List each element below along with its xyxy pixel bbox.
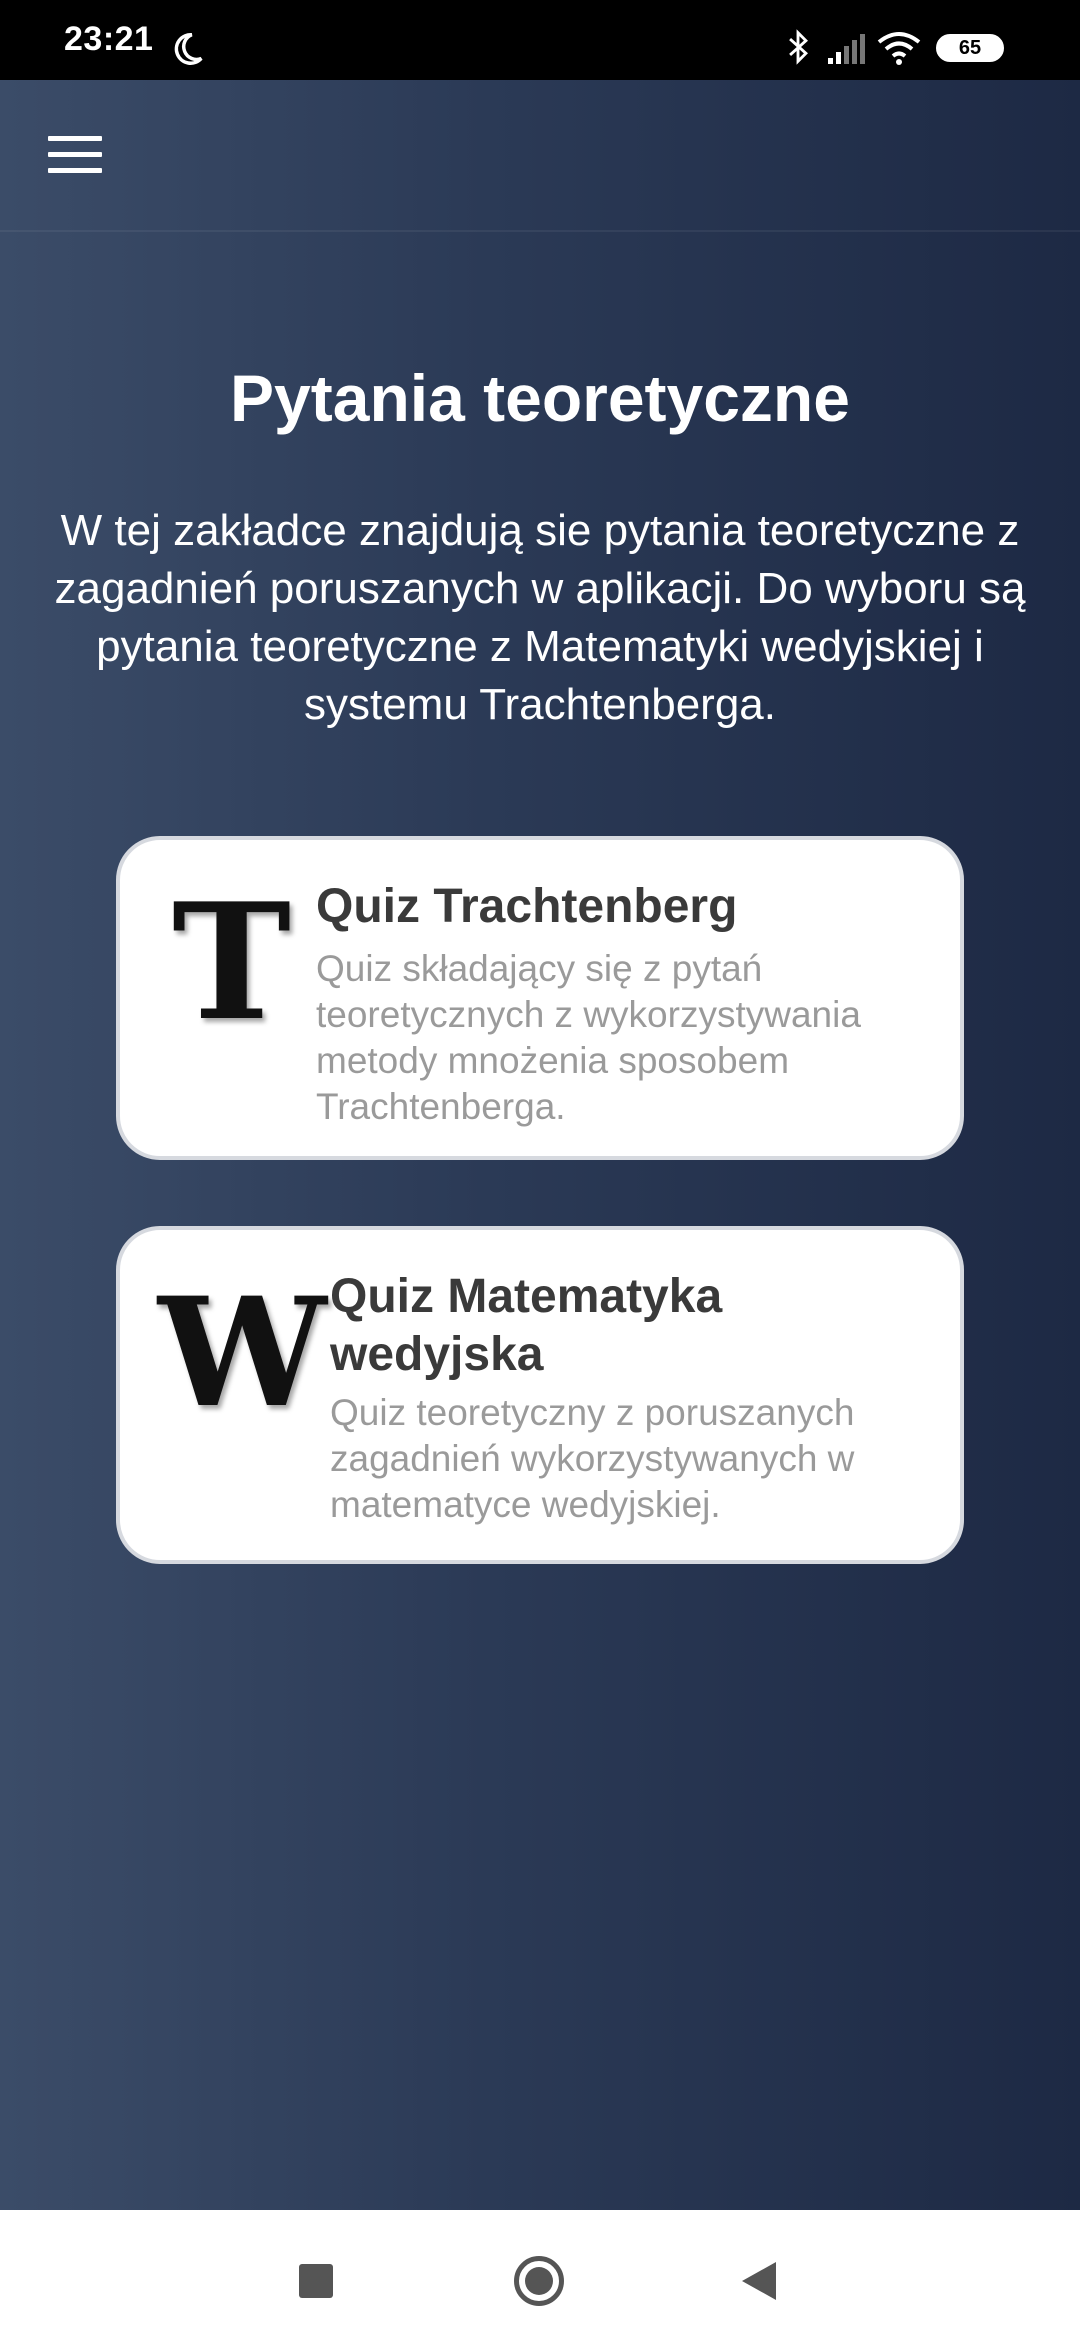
card-description: Quiz składający się z pytań teoretycznyc…: [316, 948, 861, 1127]
page-description: W tej zakładce znajdują sie pytania teor…: [54, 506, 1026, 729]
back-icon[interactable]: [742, 2262, 776, 2300]
toolbar: [0, 80, 1080, 232]
card-title: Quiz Trachtenberg: [316, 880, 738, 933]
hamburger-menu-icon[interactable]: [48, 136, 104, 176]
navigation-bar: [0, 2210, 1080, 2340]
app-content: Pytania teoretyczne W tej zakładce znajd…: [0, 80, 1080, 2210]
status-time: 23:21: [64, 20, 154, 58]
card-title: Quiz Matematyka wedyjska: [330, 1270, 723, 1381]
wifi-icon: [877, 32, 921, 65]
moon-icon: [174, 33, 203, 65]
bluetooth-icon: [789, 29, 808, 65]
quiz-card-vedic-math[interactable]: W Quiz Matematyka wedyjska Quiz teoretyc…: [116, 1226, 964, 1564]
page-title: Pytania teoretyczne: [230, 361, 850, 435]
signal-icon: [828, 34, 865, 64]
status-bar: 23:21 65: [0, 0, 1080, 80]
letter-t-icon: T: [172, 868, 292, 1056]
battery-icon: 65: [936, 34, 1004, 62]
home-icon[interactable]: [514, 2256, 564, 2306]
quiz-card-trachtenberg[interactable]: T Quiz Trachtenberg Quiz składający się …: [116, 836, 964, 1160]
letter-w-icon: W: [158, 1265, 327, 1441]
recent-apps-icon[interactable]: [299, 2264, 333, 2298]
card-description: Quiz teoretyczny z poruszanych zagadnień…: [330, 1392, 855, 1525]
